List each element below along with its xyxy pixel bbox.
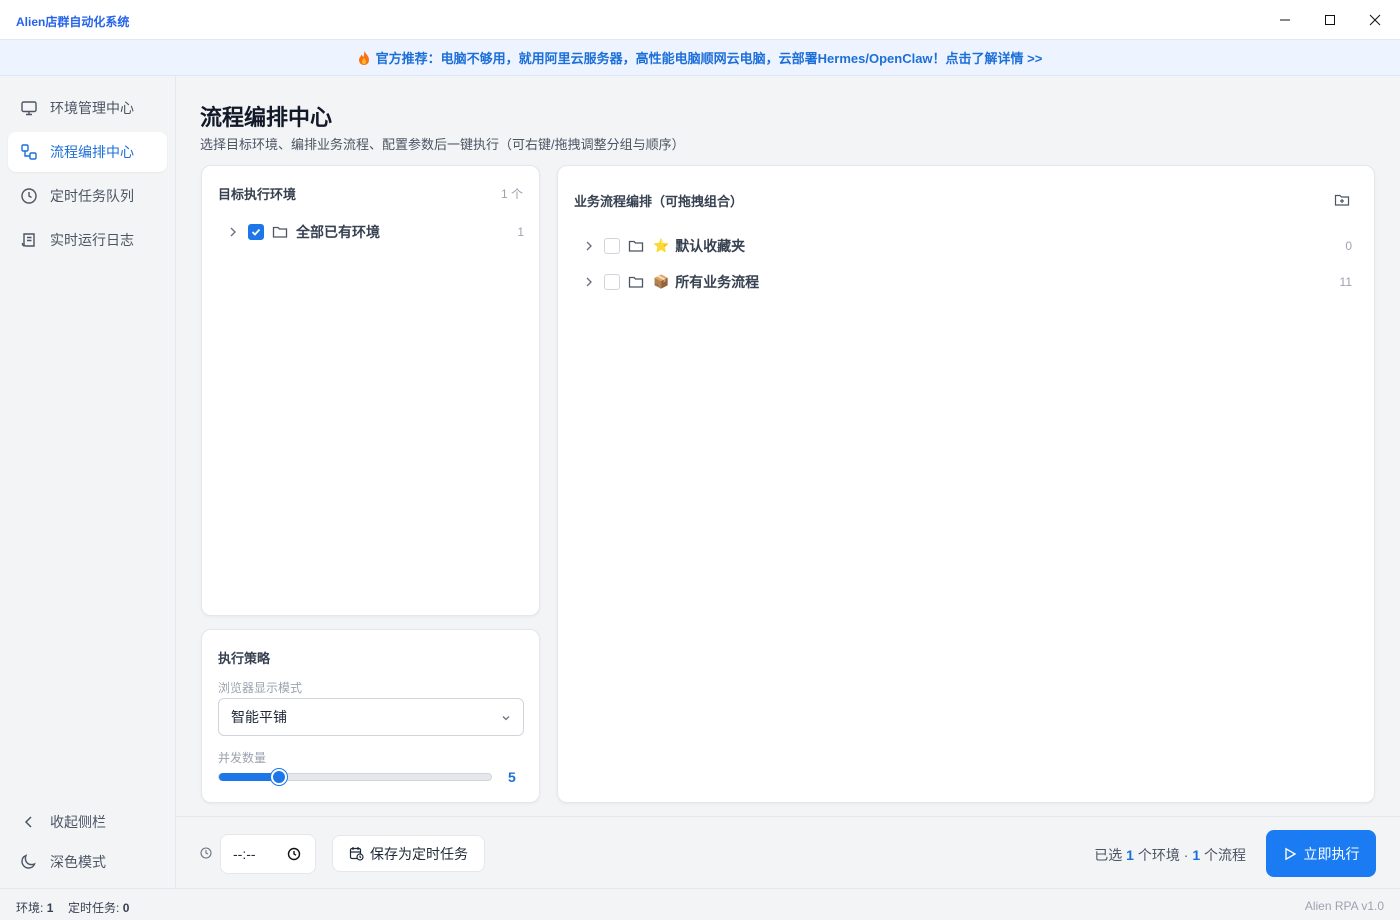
- tree-row-all-flows[interactable]: 📦 所有业务流程 11: [582, 270, 1352, 294]
- sidebar: 环境管理中心 流程编排中心 定时任务队列 实时运行日志 收起侧栏 深色模式: [0, 76, 176, 888]
- save-schedule-label: 保存为定时任务: [370, 845, 468, 862]
- minimize-icon: [1280, 19, 1290, 21]
- flow-selected-count: 1: [1192, 847, 1201, 863]
- app-title: Alien店群自动化系统: [16, 15, 130, 29]
- page-subtitle: 选择目标环境、编排业务流程、配置参数后一键执行（可右键/拖拽调整分组与顺序）: [200, 137, 685, 152]
- version-label: Alien RPA v1.0: [1304, 899, 1384, 913]
- flow-icon: [21, 144, 37, 160]
- sidebar-item-flows[interactable]: 流程编排中心: [8, 132, 167, 172]
- chevron-right-icon[interactable]: [582, 239, 596, 253]
- check-icon: [251, 228, 261, 236]
- concurrency-slider[interactable]: [218, 769, 492, 785]
- calendar-clock-icon: [349, 847, 364, 861]
- chevron-down-icon: [502, 716, 510, 721]
- tree-row-count: 0: [1345, 239, 1352, 253]
- slider-fill: [219, 773, 279, 781]
- task-status-label: 定时任务:: [68, 901, 120, 915]
- flow-checkbox[interactable]: [604, 238, 620, 254]
- minimize-button[interactable]: [1262, 0, 1308, 40]
- folder-icon: [628, 276, 644, 288]
- summary-prefix: 已选: [1094, 847, 1123, 863]
- action-bar: --:-- 保存为定时任务 已选 1 个环境 · 1 个流程 立即执行: [176, 816, 1400, 888]
- tree-row-favorites[interactable]: ⭐ 默认收藏夹 0: [582, 234, 1352, 258]
- task-status-value: 0: [122, 901, 130, 915]
- maximize-icon: [1325, 15, 1335, 25]
- task-status: 定时任务: 0: [68, 899, 129, 916]
- dark-mode-label: 深色模式: [50, 854, 106, 870]
- banner-text[interactable]: 官方推荐：电脑不够用，就用阿里云服务器，高性能电脑顺网云电脑，云部署Hermes…: [376, 48, 1043, 67]
- concurrency-value: 5: [508, 769, 516, 785]
- flow-unit: 个流程: [1204, 847, 1246, 863]
- sidebar-item-schedules[interactable]: 定时任务队列: [8, 176, 167, 216]
- close-button[interactable]: [1352, 0, 1398, 40]
- title-bar: Alien店群自动化系统: [0, 0, 1400, 40]
- chevron-left-icon: [24, 816, 32, 828]
- strategy-panel: 执行策略 浏览器显示模式 智能平铺 并发数量 5: [201, 629, 540, 803]
- sidebar-item-logs[interactable]: 实时运行日志: [8, 220, 167, 260]
- package-icon: 📦: [653, 274, 670, 289]
- flow-panel: 业务流程编排（可拖拽组合） ⭐ 默认收藏夹 0 📦 所有业务流程 11: [557, 165, 1375, 803]
- folder-icon: [628, 240, 644, 252]
- scroll-icon: [21, 233, 35, 247]
- maximize-button[interactable]: [1307, 0, 1353, 40]
- browser-mode-value: 智能平铺: [231, 709, 287, 725]
- clock-icon: [21, 188, 37, 204]
- browser-mode-select[interactable]: 智能平铺: [218, 698, 524, 736]
- env-status-value: 1: [46, 901, 54, 915]
- monitor-icon: [21, 101, 37, 116]
- page-title: 流程编排中心: [200, 105, 333, 130]
- time-picker-icon[interactable]: [287, 847, 301, 861]
- strategy-title: 执行策略: [218, 651, 271, 666]
- env-panel-title: 目标执行环境: [218, 187, 297, 202]
- sidebar-item-label: 环境管理中心: [50, 100, 134, 116]
- env-unit: 个环境 ·: [1137, 847, 1189, 863]
- slider-thumb[interactable]: [270, 769, 287, 785]
- new-folder-button[interactable]: [1334, 192, 1350, 208]
- selection-summary: 已选 1 个环境 · 1 个流程: [1094, 845, 1246, 865]
- env-selected-count: 1: [1126, 847, 1134, 863]
- run-now-label: 立即执行: [1303, 845, 1360, 862]
- sidebar-item-label: 定时任务队列: [50, 188, 134, 204]
- browser-mode-label: 浏览器显示模式: [218, 681, 303, 695]
- run-now-button[interactable]: 立即执行: [1266, 830, 1376, 877]
- collapse-sidebar-button[interactable]: 收起侧栏: [8, 802, 167, 842]
- clock-icon: [200, 847, 212, 859]
- env-panel: 目标执行环境 1 个 全部已有环境 1: [201, 165, 540, 616]
- dark-mode-toggle[interactable]: 深色模式: [8, 842, 167, 882]
- tree-row-label: 默认收藏夹: [675, 238, 746, 254]
- sidebar-item-environments[interactable]: 环境管理中心: [8, 88, 167, 128]
- chevron-right-icon[interactable]: [582, 275, 596, 289]
- tree-row-label: 所有业务流程: [675, 274, 760, 290]
- folder-icon: [272, 226, 288, 238]
- collapse-sidebar-label: 收起侧栏: [50, 814, 106, 830]
- env-checkbox[interactable]: [248, 224, 264, 240]
- flame-icon: [358, 50, 369, 65]
- env-count-label: 1 个: [500, 187, 523, 201]
- tree-row-count: 1: [517, 225, 524, 239]
- folder-plus-icon: [1334, 194, 1350, 206]
- tree-row-label: 全部已有环境: [296, 224, 380, 240]
- save-schedule-button[interactable]: 保存为定时任务: [332, 835, 485, 872]
- env-status-label: 环境:: [16, 901, 44, 915]
- concurrency-label: 并发数量: [218, 751, 267, 765]
- close-icon: [1369, 14, 1381, 26]
- sidebar-item-label: 流程编排中心: [50, 144, 134, 160]
- main-content: 流程编排中心 选择目标环境、编排业务流程、配置参数后一键执行（可右键/拖拽调整分…: [176, 76, 1400, 816]
- tree-row-count: 11: [1339, 275, 1352, 289]
- env-status: 环境: 1: [16, 899, 53, 916]
- promo-banner[interactable]: 官方推荐：电脑不够用，就用阿里云服务器，高性能电脑顺网云电脑，云部署Hermes…: [0, 40, 1400, 76]
- play-icon: [1284, 847, 1296, 860]
- status-bar: 环境: 1 定时任务: 0 Alien RPA v1.0: [0, 888, 1400, 920]
- flow-panel-title: 业务流程编排（可拖拽组合）: [574, 194, 744, 209]
- sidebar-item-label: 实时运行日志: [50, 232, 134, 248]
- chevron-right-icon[interactable]: [226, 225, 240, 239]
- flow-checkbox[interactable]: [604, 274, 620, 290]
- tree-row-all-envs[interactable]: 全部已有环境 1: [226, 220, 524, 244]
- time-input-value: --:--: [233, 846, 256, 862]
- schedule-time-input[interactable]: --:--: [220, 834, 316, 874]
- star-icon: ⭐: [653, 238, 670, 253]
- moon-icon: [21, 854, 36, 869]
